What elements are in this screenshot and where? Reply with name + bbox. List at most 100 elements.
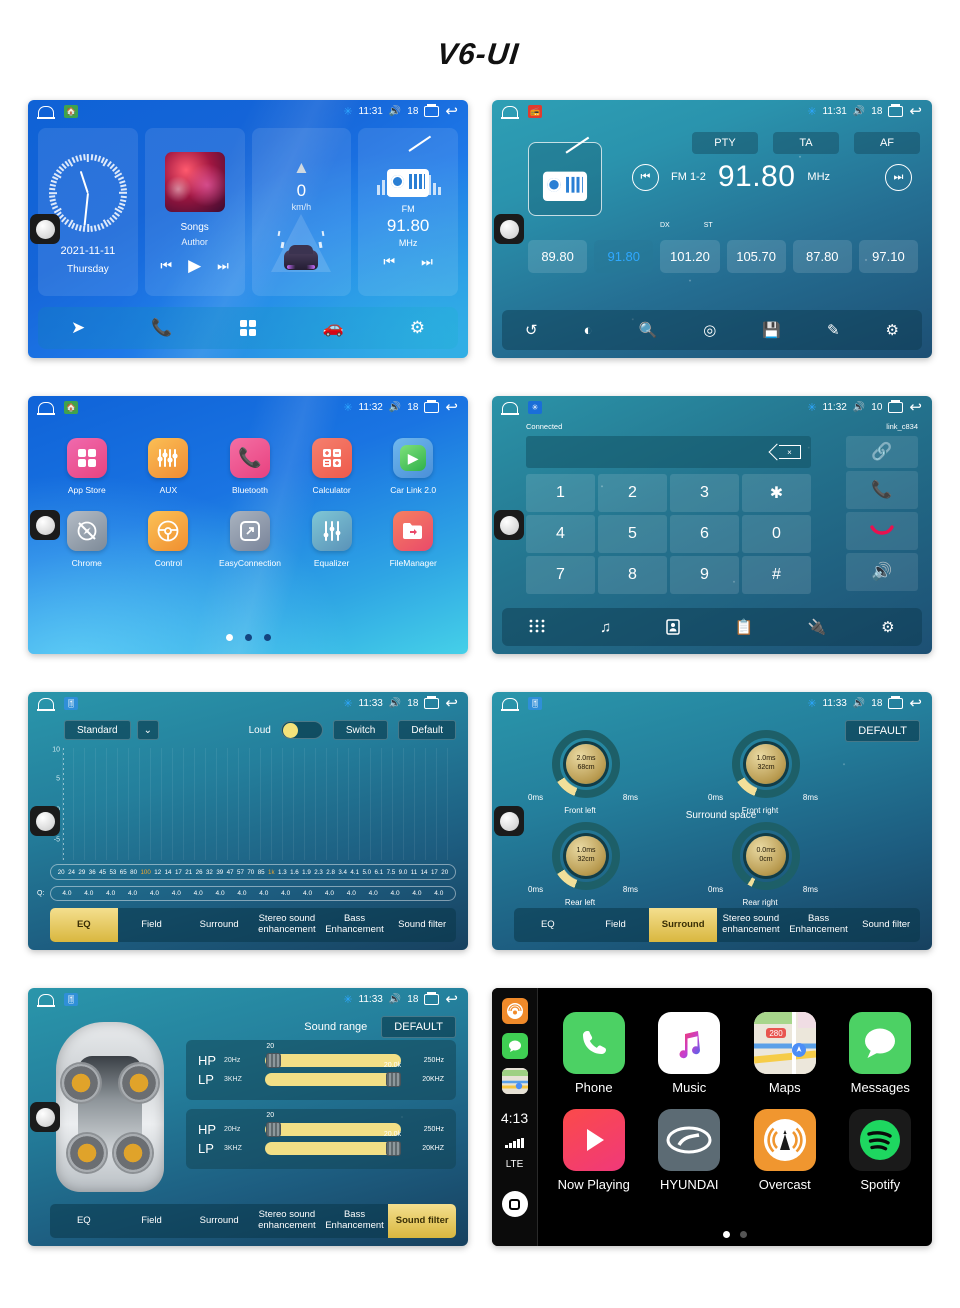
contacts-icon[interactable]: [666, 619, 680, 635]
save-icon[interactable]: 💾: [762, 321, 781, 339]
app-badge-icon[interactable]: 🏠: [64, 401, 78, 414]
equalizer-app-badge-icon[interactable]: 🎚: [528, 697, 542, 710]
eq-q-value[interactable]: 4.0: [172, 890, 181, 897]
drive-widget[interactable]: ▲ 0 km/h: [251, 128, 352, 296]
key-0[interactable]: 0: [742, 515, 811, 553]
chevron-down-icon[interactable]: ⌄: [136, 720, 159, 740]
eq-freq-label[interactable]: 12: [154, 869, 161, 876]
eq-freq-label[interactable]: 2.8: [326, 869, 335, 876]
app-badge-icon[interactable]: 🏠: [64, 105, 78, 118]
eq-freq-label[interactable]: 24: [68, 869, 75, 876]
tab-stereo-sound-enhancement[interactable]: Stereo sound enhancement: [253, 908, 321, 942]
apps-icon[interactable]: [239, 319, 257, 337]
ta-button[interactable]: TA: [773, 132, 839, 154]
preset-button[interactable]: 97.10: [858, 240, 919, 273]
eq-freq-label[interactable]: 65: [120, 869, 127, 876]
settings-icon[interactable]: ⚙: [885, 321, 898, 339]
seek-down-button[interactable]: ⏮: [632, 163, 659, 191]
knob-rear-right[interactable]: 0.0ms 0cm 0ms 8ms Rear right: [708, 822, 818, 907]
tab-eq[interactable]: EQ: [514, 908, 582, 942]
carplay-icon[interactable]: 🚗: [323, 318, 344, 338]
app-item-bluetooth[interactable]: 📞 Bluetooth: [209, 438, 291, 495]
eq-freq-label[interactable]: 29: [78, 869, 85, 876]
eq-freq-label[interactable]: 9.0: [399, 869, 408, 876]
radio-prev-icon[interactable]: ⏮: [383, 254, 395, 270]
filter-slider[interactable]: 20.0k: [265, 1062, 401, 1087]
messages-icon[interactable]: [501, 1033, 528, 1059]
pty-button[interactable]: PTY: [692, 132, 758, 154]
bluetooth-app-badge-icon[interactable]: ✳: [528, 401, 542, 414]
music-icon[interactable]: ♫: [600, 619, 611, 636]
slider-thumb[interactable]: [386, 1141, 401, 1156]
back-icon[interactable]: ↩: [445, 696, 458, 711]
eq-freq-label[interactable]: 1.3: [278, 869, 287, 876]
settings-icon[interactable]: ⚙: [410, 318, 425, 338]
eq-q-value[interactable]: 4.0: [259, 890, 268, 897]
tab-sound-filter[interactable]: Sound filter: [388, 1204, 456, 1238]
tab-surround[interactable]: Surround: [649, 908, 718, 942]
eq-freq-label[interactable]: 7.5: [387, 869, 396, 876]
key-star[interactable]: ✱: [742, 474, 811, 512]
home-screen[interactable]: 🏠 ✳ 11:31 🔊 18 ↩ 2021-11-11 Thursday Son…: [28, 100, 468, 358]
eq-freq-label[interactable]: 3.4: [338, 869, 347, 876]
seek-up-button[interactable]: ⏭: [885, 163, 912, 191]
key-7[interactable]: 7: [526, 556, 595, 594]
home-icon[interactable]: [501, 106, 519, 119]
filter-row-lp[interactable]: LP 3KHZ 20.0k 20KHZ: [198, 1131, 444, 1156]
preset-button[interactable]: 105.70: [726, 240, 786, 273]
eq-q-value[interactable]: 4.0: [216, 890, 225, 897]
page-dot[interactable]: [263, 634, 271, 641]
eq-freq-label[interactable]: 32: [206, 869, 213, 876]
tab-field[interactable]: Field: [118, 1204, 186, 1238]
search-icon[interactable]: 🔍: [639, 321, 658, 339]
preset-selector[interactable]: Standard: [64, 720, 131, 740]
speaker-icon[interactable]: 🔊: [846, 553, 918, 591]
carplay-home-icon[interactable]: [501, 1191, 528, 1217]
slider-thumb[interactable]: [386, 1072, 401, 1087]
tab-surround[interactable]: Surround: [185, 1204, 253, 1238]
eq-freq-label[interactable]: 2.3: [314, 869, 323, 876]
eq-frequency-row[interactable]: 20 24 29 36 45 53 65 80 100 12 14 17 21 26 32 39 47 57 70 8…: [50, 864, 456, 880]
eq-freq-label[interactable]: 1k: [268, 869, 275, 876]
rotary-knob[interactable]: [494, 806, 524, 836]
rotary-knob[interactable]: [494, 510, 524, 540]
eq-q-value[interactable]: 4.0: [325, 890, 334, 897]
scan-icon[interactable]: ◎: [703, 321, 716, 339]
carplay-app-maps[interactable]: 280 Maps: [745, 1012, 825, 1095]
eq-freq-label[interactable]: 17: [175, 869, 182, 876]
filter-row-hp[interactable]: HP 20Hz 20 250Hz: [198, 1112, 444, 1137]
carplay-app-spotify[interactable]: Spotify: [841, 1109, 921, 1192]
sound-filter-screen[interactable]: 🎚 ✳ 11:33 🔊 18 ↩ Sound range DEFAULT HP …: [28, 988, 468, 1246]
filter-slider[interactable]: 20.0k: [265, 1131, 401, 1156]
loud-toggle[interactable]: [280, 721, 323, 739]
carplay-app-music[interactable]: Music: [650, 1012, 730, 1095]
tab-surround[interactable]: Surround: [185, 908, 253, 942]
back-icon[interactable]: ↩: [909, 400, 922, 415]
home-icon[interactable]: [37, 402, 55, 415]
eq-freq-label[interactable]: 20: [58, 869, 65, 876]
eq-q-value[interactable]: 4.0: [391, 890, 400, 897]
carplay-app-now-playing[interactable]: Now Playing: [554, 1109, 634, 1192]
eq-q-value[interactable]: 4.0: [369, 890, 378, 897]
page-dot[interactable]: [723, 1231, 730, 1238]
eq-freq-label[interactable]: 20: [441, 869, 448, 876]
loop-icon[interactable]: ↺: [525, 321, 538, 339]
eq-q-value[interactable]: 4.0: [150, 890, 159, 897]
key-4[interactable]: 4: [526, 515, 595, 553]
key-9[interactable]: 9: [670, 556, 739, 594]
eq-curve-plot[interactable]: [62, 748, 456, 860]
eq-freq-label[interactable]: 4.1: [350, 869, 359, 876]
knob-rear-left[interactable]: 1.0ms 32cm 0ms 8ms Rear left: [528, 822, 638, 907]
default-button[interactable]: DEFAULT: [381, 1016, 456, 1038]
home-icon[interactable]: [37, 698, 55, 711]
radio-screen[interactable]: 📻 ✳ 11:31 🔊 18 ↩ PTY TA AF ⏮ FM 1-2 91.8…: [492, 100, 932, 358]
tab-sound-filter[interactable]: Sound filter: [388, 908, 456, 942]
eq-freq-label[interactable]: 100: [140, 869, 150, 876]
link-icon[interactable]: 🔗: [846, 436, 918, 468]
eq-q-value[interactable]: 4.0: [128, 890, 137, 897]
rotary-knob[interactable]: [494, 214, 524, 244]
contrast-icon[interactable]: ◐: [584, 322, 593, 339]
preset-button[interactable]: 87.80: [792, 240, 852, 273]
dialer-screen[interactable]: ✳ ✳ 11:32 🔊 10 ↩ Connected link_c834 × 1…: [492, 396, 932, 654]
carplay-screen[interactable]: 4:13 LTE Phone Music 280 Maps Messages N…: [492, 988, 932, 1246]
